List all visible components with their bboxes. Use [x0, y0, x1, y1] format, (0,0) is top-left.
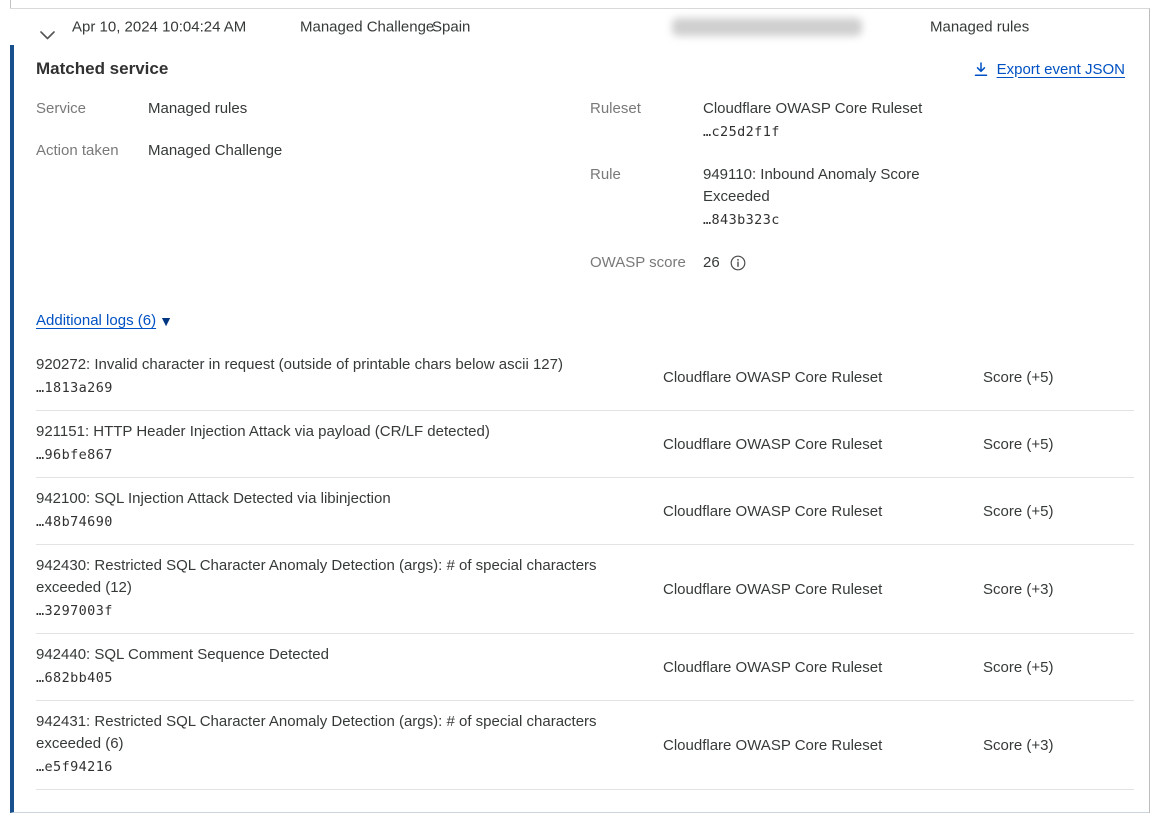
- log-description: 942431: Restricted SQL Character Anomaly…: [36, 711, 631, 755]
- log-ruleset: Cloudflare OWASP Core Ruleset: [663, 436, 983, 453]
- event-source: Managed rules: [930, 19, 1029, 36]
- service-label: Service: [36, 98, 148, 120]
- log-rule-id: …1813a269: [36, 376, 631, 400]
- log-rule-id: …3297003f: [36, 599, 631, 623]
- matched-service-fields: Service Managed rules Action taken Manag…: [14, 98, 1149, 294]
- rule-field: Rule 949110: Inbound Anomaly Score Excee…: [590, 164, 938, 232]
- log-row: 942100: SQL Injection Attack Detected vi…: [36, 478, 1134, 545]
- info-icon[interactable]: [730, 255, 746, 271]
- log-description-cell: 942440: SQL Comment Sequence Detected …6…: [36, 644, 631, 690]
- service-value: Managed rules: [148, 98, 247, 120]
- rule-id: …843b323c: [703, 208, 938, 232]
- owasp-score-value: 26: [703, 252, 720, 274]
- event-timestamp: Apr 10, 2024 10:04:24 AM: [72, 19, 246, 36]
- log-description-cell: 921151: HTTP Header Injection Attack via…: [36, 421, 631, 467]
- ruleset-field: Ruleset Cloudflare OWASP Core Ruleset …c…: [590, 98, 938, 144]
- action-taken-value: Managed Challenge: [148, 140, 282, 162]
- matched-service-title: Matched service: [36, 59, 168, 79]
- export-event-json-label: Export event JSON: [997, 61, 1125, 78]
- ruleset-id: …c25d2f1f: [703, 120, 922, 144]
- log-rule-id: …48b74690: [36, 510, 631, 534]
- additional-logs-label: Additional logs (6): [36, 310, 156, 332]
- rule-label: Rule: [590, 164, 703, 232]
- log-score: Score (+3): [983, 737, 1134, 754]
- security-event-row: Apr 10, 2024 10:04:24 AM Managed Challen…: [10, 8, 1150, 813]
- log-row: 942440: SQL Comment Sequence Detected …6…: [36, 634, 1134, 701]
- log-description-cell: 942431: Restricted SQL Character Anomaly…: [36, 711, 631, 779]
- log-ruleset: Cloudflare OWASP Core Ruleset: [663, 581, 983, 598]
- log-description: 942100: SQL Injection Attack Detected vi…: [36, 488, 631, 510]
- log-description: 942440: SQL Comment Sequence Detected: [36, 644, 631, 666]
- table-edge-line: [10, 0, 11, 8]
- owasp-score-label: OWASP score: [590, 252, 703, 274]
- owasp-score-field: OWASP score 26: [590, 252, 938, 274]
- log-rule-id: …682bb405: [36, 666, 631, 690]
- log-description: 942430: Restricted SQL Character Anomaly…: [36, 555, 631, 599]
- action-taken-field: Action taken Managed Challenge: [36, 140, 282, 162]
- log-description: 920272: Invalid character in request (ou…: [36, 354, 631, 376]
- log-rule-id: …96bfe867: [36, 443, 631, 467]
- log-score: Score (+5): [983, 369, 1134, 386]
- log-description-cell: 942100: SQL Injection Attack Detected vi…: [36, 488, 631, 534]
- log-ruleset: Cloudflare OWASP Core Ruleset: [663, 659, 983, 676]
- event-detail-panel: Matched service Export event JSON Servic…: [10, 45, 1149, 813]
- additional-logs-toggle[interactable]: Additional logs (6) ▼: [36, 310, 173, 332]
- event-action: Managed Challenge: [300, 19, 434, 36]
- log-description-cell: 942430: Restricted SQL Character Anomaly…: [36, 555, 631, 623]
- ruleset-name: Cloudflare OWASP Core Ruleset: [703, 98, 922, 120]
- export-event-json-link[interactable]: Export event JSON: [974, 61, 1125, 78]
- log-row: 942430: Restricted SQL Character Anomaly…: [36, 545, 1134, 634]
- log-rule-id: …e5f94216: [36, 755, 631, 779]
- log-row: 920272: Invalid character in request (ou…: [36, 344, 1134, 411]
- chevron-down-icon[interactable]: [40, 27, 55, 44]
- event-summary-row[interactable]: Apr 10, 2024 10:04:24 AM Managed Challen…: [10, 9, 1149, 45]
- redacted-host-value: [672, 18, 862, 36]
- log-score: Score (+5): [983, 503, 1134, 520]
- rule-name: 949110: Inbound Anomaly Score Exceeded: [703, 164, 938, 208]
- log-ruleset: Cloudflare OWASP Core Ruleset: [663, 737, 983, 754]
- log-description-cell: 920272: Invalid character in request (ou…: [36, 354, 631, 400]
- log-row: 942431: Restricted SQL Character Anomaly…: [36, 701, 1134, 790]
- log-ruleset: Cloudflare OWASP Core Ruleset: [663, 503, 983, 520]
- download-icon: [974, 62, 988, 77]
- caret-down-icon: ▼: [159, 314, 173, 328]
- log-ruleset: Cloudflare OWASP Core Ruleset: [663, 369, 983, 386]
- service-field: Service Managed rules: [36, 98, 282, 120]
- log-description: 921151: HTTP Header Injection Attack via…: [36, 421, 631, 443]
- log-score: Score (+3): [983, 581, 1134, 598]
- action-taken-label: Action taken: [36, 140, 148, 162]
- log-row: 921151: HTTP Header Injection Attack via…: [36, 411, 1134, 478]
- additional-logs-table: 920272: Invalid character in request (ou…: [36, 344, 1134, 790]
- event-country: Spain: [432, 19, 470, 36]
- log-score: Score (+5): [983, 659, 1134, 676]
- ruleset-label: Ruleset: [590, 98, 703, 144]
- log-score: Score (+5): [983, 436, 1134, 453]
